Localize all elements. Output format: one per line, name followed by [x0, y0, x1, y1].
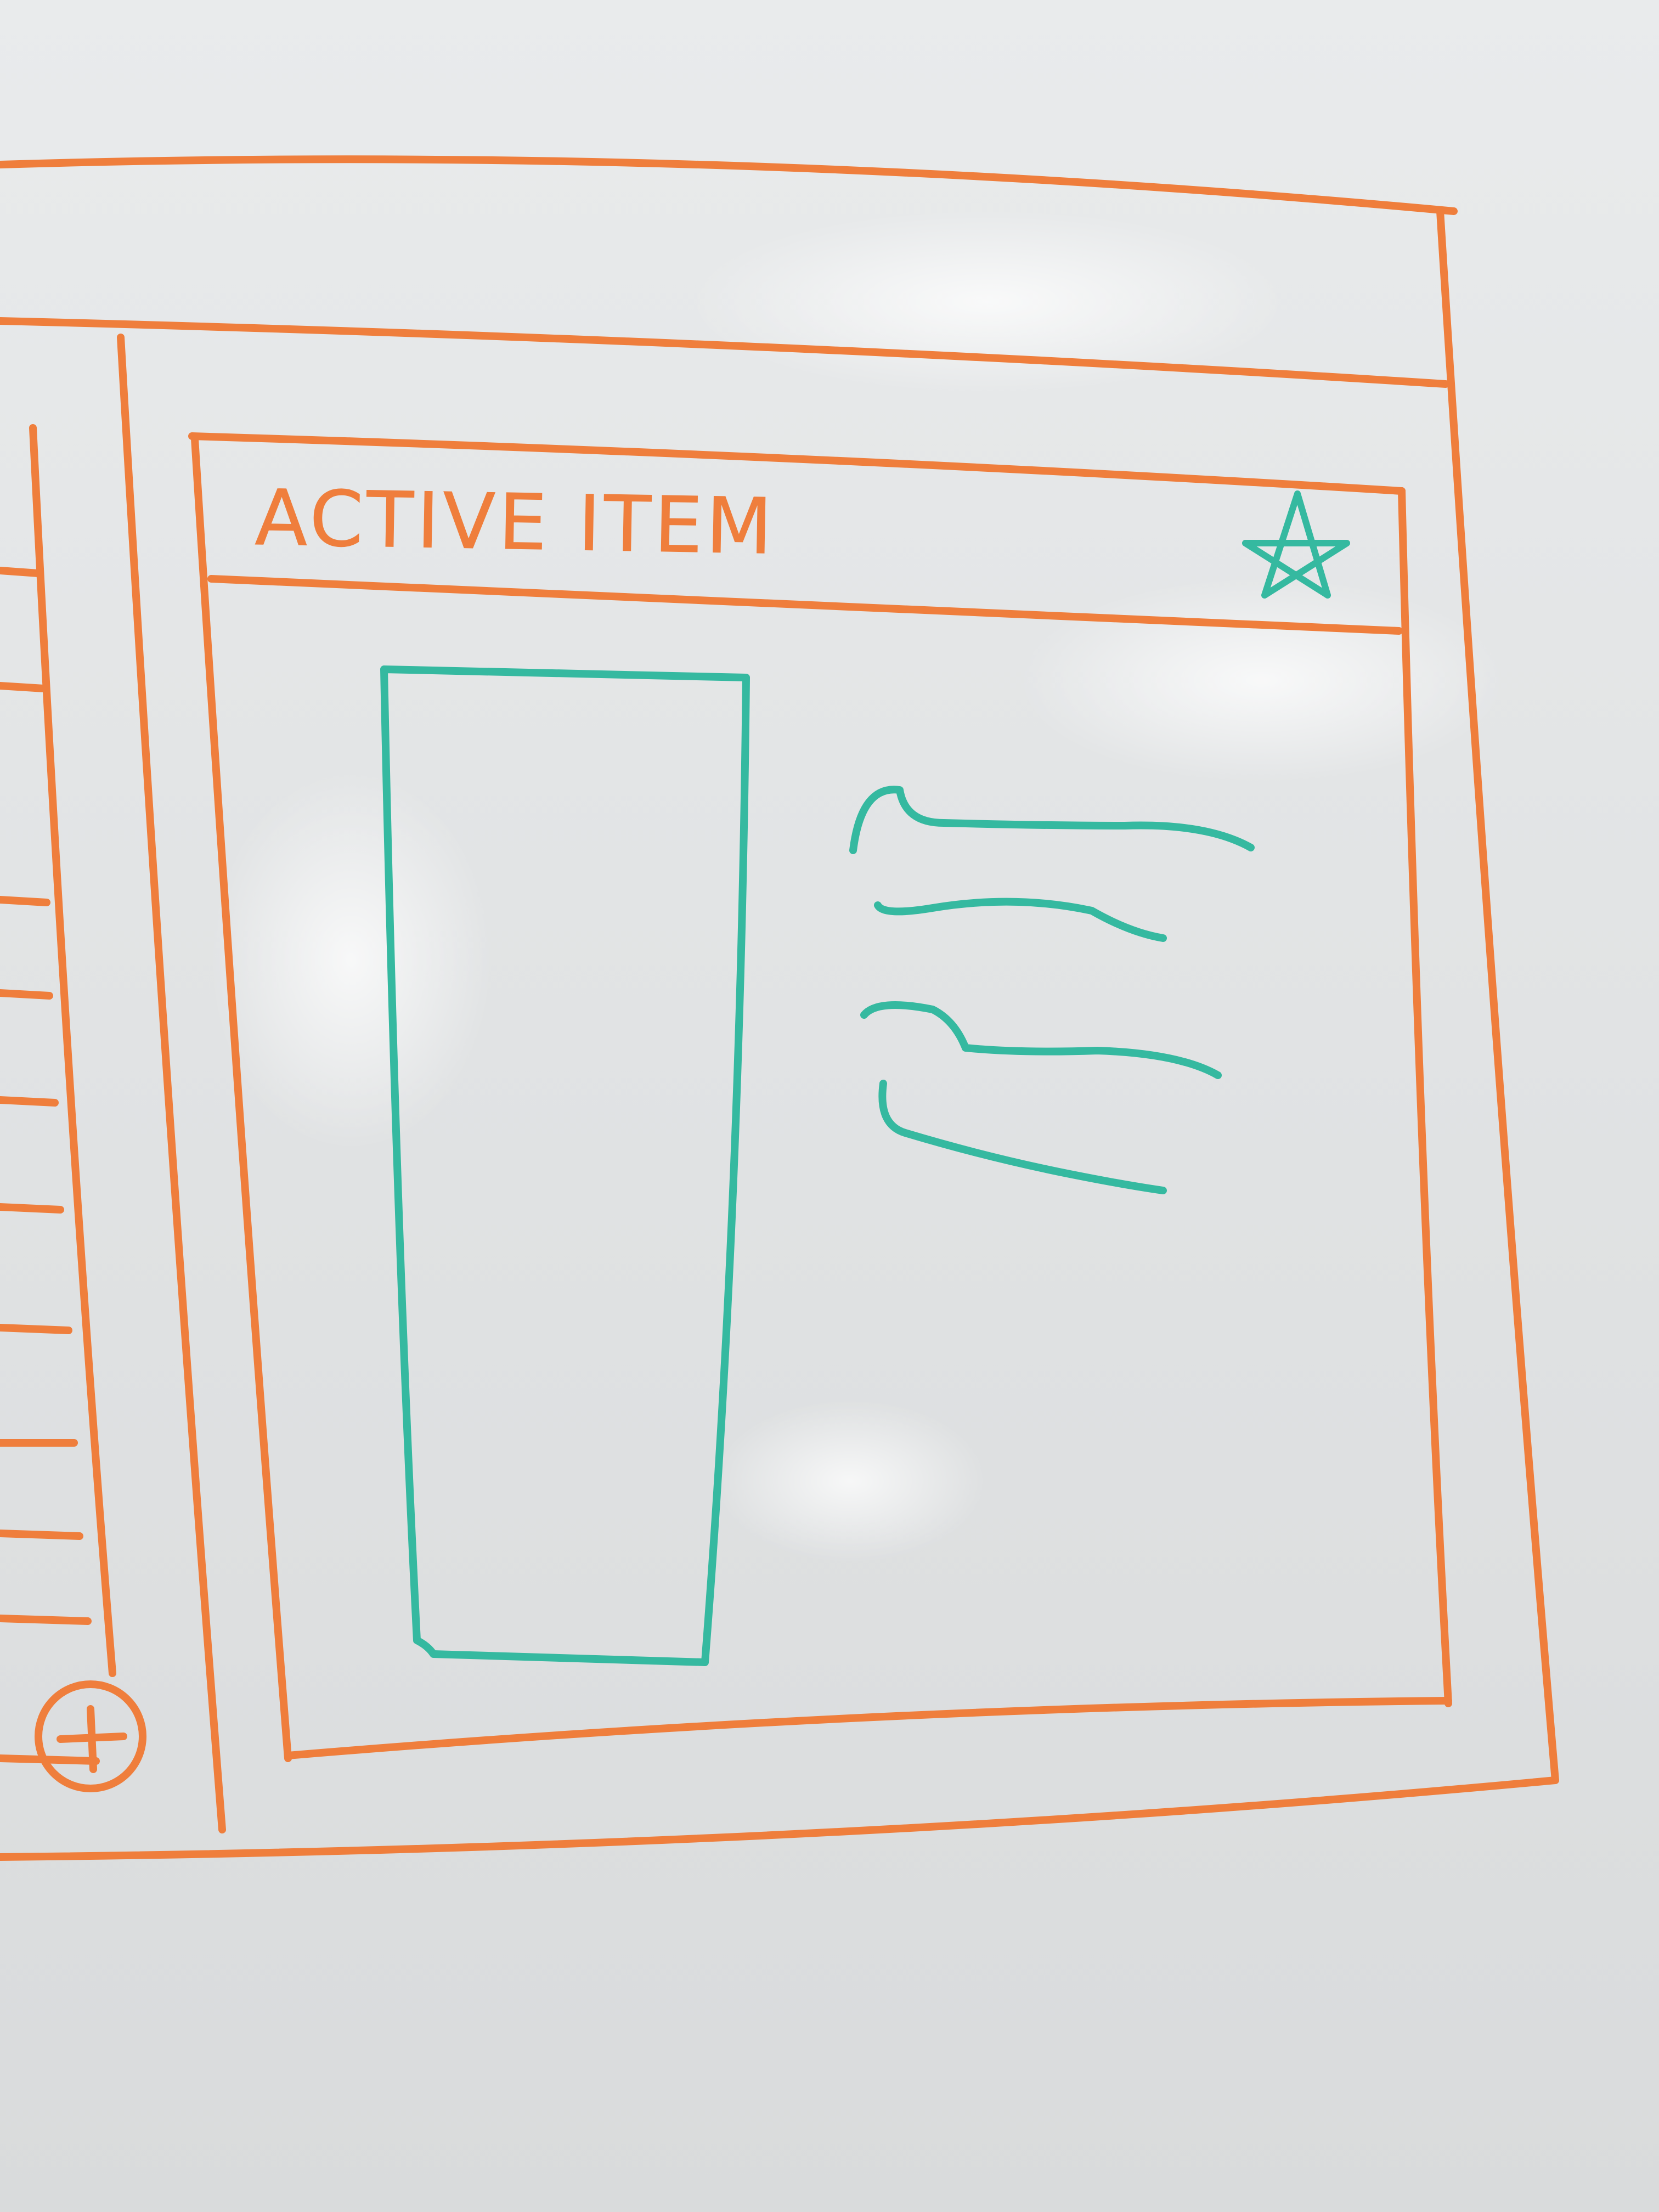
- sidebar-list: [0, 424, 116, 1765]
- panel-left: [191, 435, 292, 1762]
- header-bar-line: [0, 317, 1449, 388]
- text-line: [878, 1080, 1167, 1194]
- list-item: [0, 567, 42, 577]
- favorite-button[interactable]: [1242, 490, 1350, 599]
- text-line: [849, 786, 1255, 854]
- add-button[interactable]: [35, 1680, 146, 1792]
- detail-text-lines: [849, 786, 1255, 1194]
- panel-title: ACTIVE ITEM: [254, 473, 776, 573]
- panel-header-divider: [207, 575, 1403, 635]
- wireframe-sketch: [0, 155, 1559, 1861]
- panel-right: [1398, 487, 1452, 1707]
- list-item: [0, 682, 48, 692]
- list-item: [0, 1324, 72, 1334]
- text-line: [860, 1001, 1222, 1079]
- image-placeholder: [380, 665, 750, 1666]
- list-item: [0, 896, 50, 906]
- list-item: [0, 1530, 83, 1540]
- window-frame-right: [1436, 207, 1559, 1784]
- list-item: [0, 1203, 64, 1214]
- window-frame-top: [0, 155, 1458, 215]
- list-item: [0, 989, 53, 1000]
- panel-bottom: [284, 1697, 1452, 1759]
- sidebar-divider: [117, 334, 226, 1833]
- star-icon: [1242, 490, 1350, 599]
- text-line: [874, 898, 1167, 942]
- window-frame-bottom: [0, 1776, 1559, 1861]
- list-item: [0, 1615, 92, 1625]
- list-item: [0, 1096, 59, 1107]
